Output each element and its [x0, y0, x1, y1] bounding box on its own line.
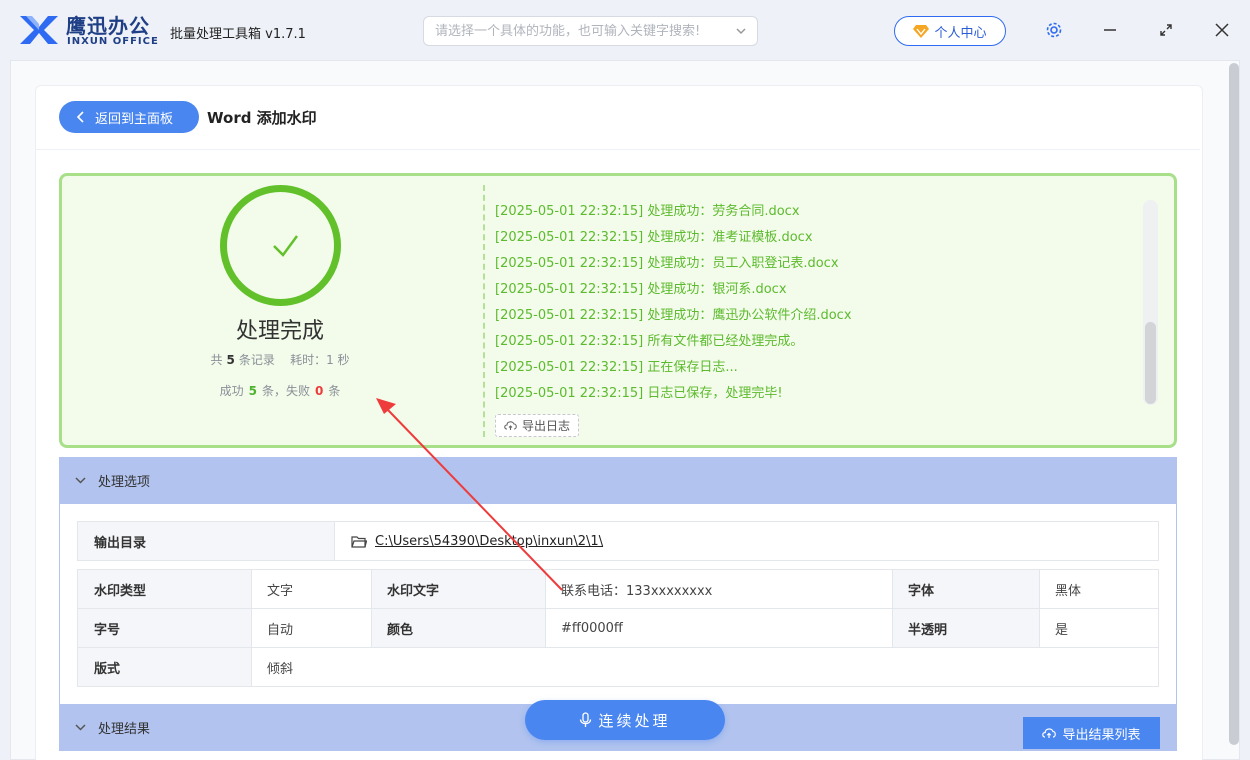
font-label: 字体	[892, 570, 1039, 608]
maximize-icon[interactable]	[1154, 18, 1178, 42]
close-icon[interactable]	[1210, 18, 1234, 42]
success-check-icon	[220, 185, 341, 306]
alpha-value: 是	[1055, 622, 1069, 638]
log-divider	[483, 185, 485, 437]
app-title: 批量处理工具箱 v1.7.1	[170, 27, 306, 42]
cloud-upload-icon	[1042, 728, 1057, 738]
log-scroll-thumb[interactable]	[1145, 322, 1156, 404]
wm-text-value: 联系电话：133xxxxxxxx	[561, 583, 713, 599]
export-results-button[interactable]: 导出结果列表	[1023, 717, 1160, 749]
fail-count: 0	[315, 384, 324, 398]
logo-icon	[20, 16, 58, 44]
chevron-left-icon	[77, 111, 84, 123]
log-line: [2025-05-01 22:32:15] 处理成功：鹰迅办公软件介绍.docx	[495, 308, 852, 323]
page-title: Word 添加水印	[207, 109, 317, 127]
layout-value: 倾斜	[267, 661, 294, 677]
total-count: 5	[226, 353, 235, 367]
brand-name-en: INXUN OFFICE	[67, 36, 159, 47]
user-center-button[interactable]: 个人中心	[894, 16, 1006, 46]
size-label: 字号	[78, 609, 251, 647]
wm-type-label: 水印类型	[78, 570, 251, 608]
feature-search[interactable]	[423, 16, 758, 46]
user-center-label: 个人中心	[934, 25, 987, 41]
log-line: [2025-05-01 22:32:15] 处理成功：员工入职登记表.docx	[495, 256, 839, 271]
output-dir-label: 输出目录	[78, 522, 334, 560]
wm-text-label: 水印文字	[371, 570, 545, 608]
log-line: [2025-05-01 22:32:15] 所有文件都已经处理完成。	[495, 334, 804, 349]
back-to-main-button[interactable]: 返回到主面板	[59, 101, 199, 133]
log-line: [2025-05-01 22:32:15] 处理成功：劳务合同.docx	[495, 204, 800, 219]
folder-icon	[351, 535, 367, 548]
results-section-title: 处理结果	[98, 722, 151, 737]
brand-name: 鹰迅办公	[66, 14, 150, 38]
wm-type-value: 文字	[267, 583, 294, 599]
diamond-icon	[913, 25, 930, 38]
minimize-icon[interactable]	[1098, 18, 1122, 42]
divider	[35, 149, 1200, 150]
chevron-down-icon[interactable]	[735, 25, 747, 37]
export-log-button[interactable]: 导出日志	[495, 414, 579, 437]
success-count: 5	[248, 384, 257, 398]
options-section-title: 处理选项	[98, 475, 151, 490]
font-value: 黑体	[1055, 583, 1082, 599]
log-line: [2025-05-01 22:32:15] 处理成功：准考证模板.docx	[495, 230, 813, 245]
success-stats: 成功 5 条，失败 0 条	[219, 384, 341, 398]
output-dir-cell: C:\Users\54390\Desktop\inxun\2\1\	[334, 522, 1158, 560]
title-bar: 鹰迅办公 INXUN OFFICE 批量处理工具箱 v1.7.1 个人中心	[0, 0, 1250, 60]
page-scroll-thumb[interactable]	[1229, 63, 1239, 745]
total-stats: 共 5 条记录 耗时：1 秒	[210, 353, 350, 367]
output-dir-link[interactable]: C:\Users\54390\Desktop\inxun\2\1\	[375, 534, 603, 549]
chevron-down-icon	[75, 724, 86, 731]
cloud-upload-icon	[504, 421, 517, 430]
back-label: 返回到主面板	[95, 111, 174, 127]
color-value: #ff0000ff	[561, 620, 623, 636]
options-section-header[interactable]: 处理选项	[59, 457, 1177, 504]
log-line: [2025-05-01 22:32:15] 处理成功：银河系.docx	[495, 282, 787, 297]
settings-icon[interactable]	[1042, 18, 1066, 42]
layout-label: 版式	[78, 648, 251, 686]
elapsed-time: 1 秒	[326, 353, 350, 367]
log-line: [2025-05-01 22:32:15] 正在保存日志...	[495, 360, 738, 375]
color-label: 颜色	[371, 609, 545, 647]
microphone-icon	[580, 712, 592, 727]
export-results-label: 导出结果列表	[1062, 727, 1141, 743]
done-title: 处理完成	[235, 319, 324, 344]
continue-process-button[interactable]: 连续处理	[525, 700, 725, 740]
export-log-label: 导出日志	[521, 419, 570, 433]
log-line: [2025-05-01 22:32:15] 日志已保存，处理完毕!	[495, 386, 783, 401]
search-input[interactable]	[424, 17, 714, 45]
alpha-label: 半透明	[892, 609, 1039, 647]
continue-label: 连续处理	[598, 711, 671, 730]
size-value: 自动	[267, 622, 294, 638]
chevron-down-icon	[75, 477, 86, 484]
